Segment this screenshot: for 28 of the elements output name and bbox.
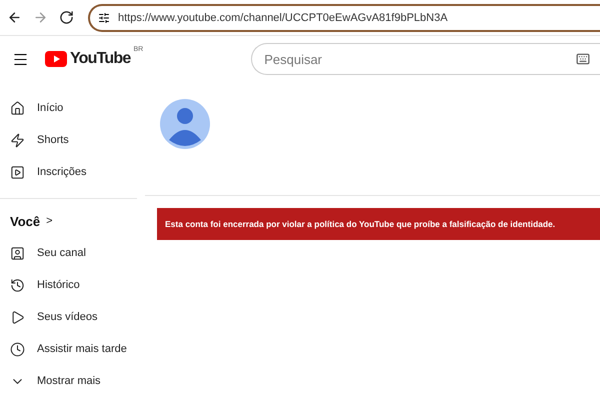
sidebar-item[interactable]: Seu canal [0, 237, 145, 269]
reload-icon [58, 10, 74, 25]
arrow-right-icon [32, 10, 48, 25]
chevron-text: > [46, 215, 53, 227]
section-title: Você [10, 214, 40, 228]
sidebar-item[interactable]: Assistir mais tarde [0, 333, 145, 365]
sidebar-item[interactable]: Seus vídeos [0, 301, 145, 333]
play-logo-icon [45, 51, 67, 67]
logo-text[interactable]: YouTube [70, 50, 130, 68]
sidebar-item[interactable]: Mostrar mais [0, 365, 145, 397]
play-icon [10, 310, 25, 324]
url-text: https://www.youtube.com/channel/UCCPT0eEwAGvA81f9bPLbN3A [118, 12, 448, 24]
lightning-icon [10, 132, 25, 148]
sliders-icon [98, 12, 110, 24]
play-square-icon [10, 164, 25, 180]
sidebar-item[interactable]: Início [0, 92, 145, 124]
sidebar-item[interactable]: Inscrições [0, 156, 145, 188]
keyboard-icon[interactable] [576, 52, 590, 66]
home-icon [10, 100, 25, 116]
search-bar[interactable]: Pesquisar [251, 43, 600, 75]
sidebar-item[interactable]: Histórico [0, 269, 145, 301]
section-header[interactable]: Você > [0, 205, 145, 237]
user-square-icon [10, 246, 25, 260]
alert-text: Esta conta foi encerrada por violar a política do YouTube que proíbe a falsificação de identidade. [165, 219, 556, 229]
sidebar-item[interactable]: Shorts [0, 124, 145, 156]
address-bar[interactable]: https://www.youtube.com/channel/UCCPT0eEwAGvA81f9bPLbN3A [88, 4, 600, 32]
history-icon [10, 278, 25, 292]
clock-icon [10, 342, 25, 356]
